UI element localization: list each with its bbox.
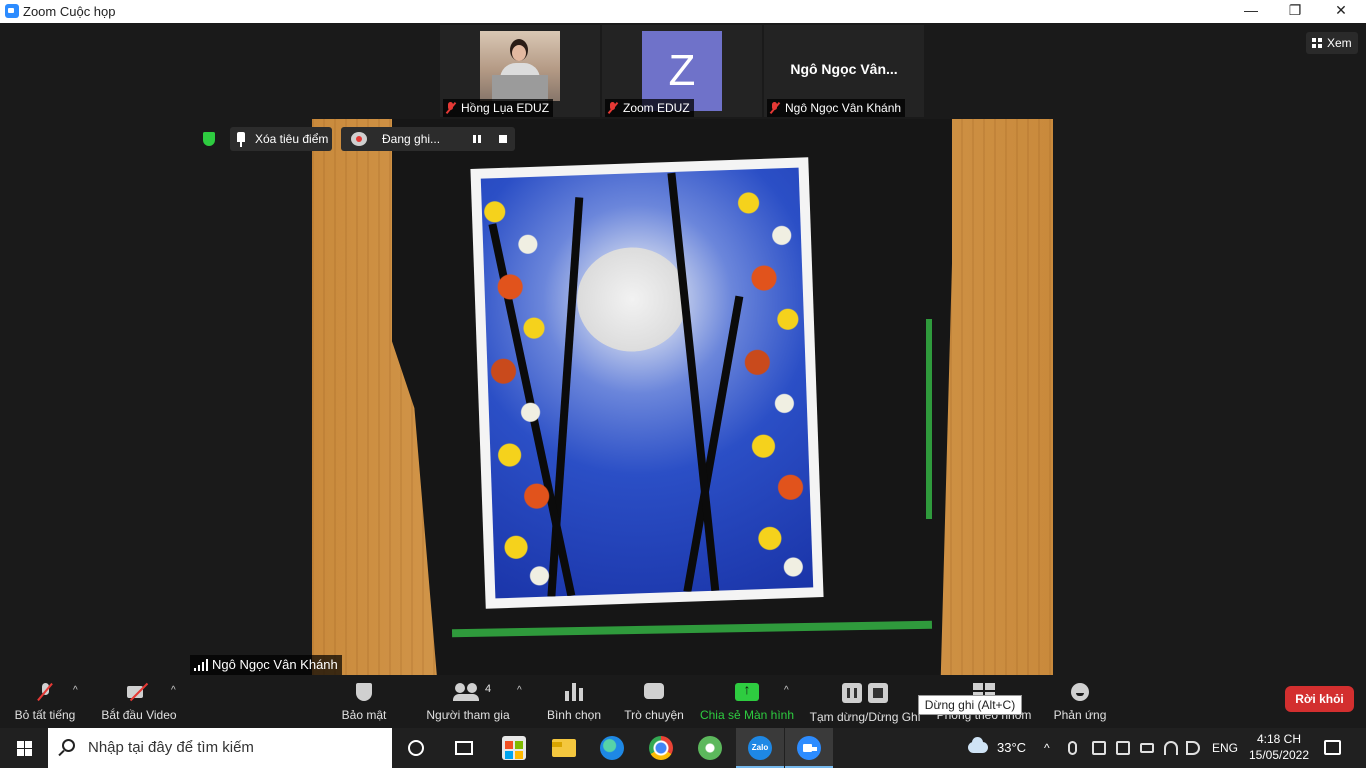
pin-icon	[237, 132, 245, 147]
video-options-caret[interactable]: ^	[171, 685, 176, 696]
taskbar-coccoc[interactable]	[686, 728, 734, 768]
stop-recording-icon[interactable]	[499, 135, 507, 143]
pause-recording-icon[interactable]	[473, 135, 481, 143]
recording-indicator: Đang ghi...	[341, 127, 515, 151]
participants-count: 4	[485, 683, 492, 695]
participant-photo	[480, 31, 560, 101]
task-view-icon	[455, 741, 473, 755]
clock-date: 15/05/2022	[1248, 748, 1310, 762]
zalo-icon: Zalo	[748, 736, 772, 760]
leave-meeting-button[interactable]: Rời khỏi	[1285, 686, 1354, 712]
thumbnail-name-label: Hồng Lụa EDUZ	[443, 99, 554, 117]
thumbnail-name-label: Ngô Ngọc Vân Khánh	[767, 99, 906, 117]
smiley-icon	[1071, 683, 1089, 701]
battery-icon[interactable]	[1140, 743, 1154, 753]
window-title: Zoom Cuộc họp	[23, 4, 116, 19]
weather-cloud-icon[interactable]	[968, 737, 988, 753]
thumbnail-ngo-ngoc-van-khanh[interactable]: Ngô Ngọc Vân... Ngô Ngọc Vân Khánh	[764, 25, 924, 117]
view-button[interactable]: Xem	[1306, 32, 1358, 54]
thumbnail-name-label: Zoom EDUZ	[605, 99, 694, 117]
share-screen-icon	[735, 681, 759, 701]
participants-icon	[453, 683, 481, 701]
pause-icon	[847, 688, 857, 698]
thumbnail-hong-lua[interactable]: Hồng Lụa EDUZ	[440, 25, 600, 117]
minimize-button[interactable]: —	[1228, 0, 1274, 23]
mic-muted-icon	[39, 683, 51, 701]
clock-time: 4:18 CH	[1256, 732, 1302, 746]
chrome-browser-icon	[649, 736, 673, 760]
encryption-shield-icon[interactable]	[198, 129, 220, 149]
participants-options-caret[interactable]: ^	[517, 685, 522, 696]
taskbar-chrome[interactable]	[637, 728, 685, 768]
share-screen-button[interactable]: Chia sẻ Màn hình	[698, 675, 796, 728]
maximize-button[interactable]: ❐	[1272, 0, 1318, 23]
input-language[interactable]: ENG	[1212, 728, 1238, 768]
close-button[interactable]: ✕	[1318, 0, 1364, 23]
mic-muted-icon	[769, 102, 781, 114]
stop-recording-tooltip: Dừng ghi (Alt+C)	[918, 695, 1022, 715]
participant-display-name: Ngô Ngọc Vân...	[790, 61, 898, 77]
thumbnail-zoom-eduz[interactable]: Z Zoom EDUZ	[602, 25, 762, 117]
cortana-button[interactable]	[392, 728, 440, 768]
wifi-icon[interactable]	[1164, 741, 1178, 755]
main-video[interactable]	[312, 119, 1053, 675]
audio-options-caret[interactable]: ^	[73, 685, 78, 696]
taskbar-edge[interactable]	[588, 728, 636, 768]
signal-strength-icon	[194, 659, 208, 671]
edge-browser-icon	[600, 736, 624, 760]
start-video-button[interactable]: Bắt đầu Video	[96, 675, 182, 728]
store-icon	[502, 736, 526, 760]
start-button[interactable]	[0, 728, 48, 768]
search-placeholder: Nhập tại đây để tìm kiếm	[88, 739, 254, 756]
folder-icon	[552, 739, 576, 757]
share-options-caret[interactable]: ^	[784, 685, 789, 696]
coccoc-browser-icon	[698, 736, 722, 760]
taskbar-search-box[interactable]: Nhập tại đây để tìm kiếm	[48, 728, 392, 768]
taskbar-store-app[interactable]	[490, 728, 538, 768]
volume-icon[interactable]	[1186, 741, 1200, 755]
taskbar-file-explorer[interactable]	[540, 728, 588, 768]
chat-button[interactable]: Trò chuyện	[620, 675, 688, 728]
meet-now-icon[interactable]	[1092, 741, 1106, 755]
search-icon	[62, 739, 75, 752]
video-off-icon	[127, 683, 151, 701]
active-speaker-label: Ngô Ngọc Vân Khánh	[190, 655, 342, 675]
security-button[interactable]: Bảo mật	[334, 675, 394, 728]
camera-icon[interactable]	[1116, 741, 1130, 755]
polls-button[interactable]: Bình chọn	[542, 675, 606, 728]
painting-image	[470, 157, 824, 609]
taskbar-zoom[interactable]	[785, 728, 833, 768]
cortana-icon	[408, 740, 424, 756]
unspotlight-button[interactable]: Xóa tiêu điểm	[230, 127, 332, 151]
chat-bubble-icon	[644, 683, 664, 699]
shield-icon	[356, 683, 372, 701]
windows-logo-icon	[17, 741, 32, 756]
mute-button[interactable]: Bỏ tất tiếng	[8, 675, 82, 728]
zoom-window: Zoom Cuộc họp — ❐ ✕ Hồng Lụa EDUZ Z Zoom…	[0, 0, 1366, 768]
mic-muted-icon	[445, 102, 457, 114]
bar-chart-icon	[565, 683, 583, 701]
taskbar-clock[interactable]: 4:18 CH 15/05/2022	[1246, 731, 1312, 763]
participant-thumbnails: Hồng Lụa EDUZ Z Zoom EDUZ Ngô Ngọc Vân..…	[440, 23, 926, 117]
windows-taskbar: Nhập tại đây để tìm kiếm Zalo 33°C ^ ENG…	[0, 728, 1366, 768]
title-bar: Zoom Cuộc họp — ❐ ✕	[0, 0, 1366, 23]
participants-button[interactable]: 4 Người tham gia	[422, 675, 514, 728]
zoom-icon	[797, 736, 821, 760]
meeting-stage: Hồng Lụa EDUZ Z Zoom EDUZ Ngô Ngọc Vân..…	[0, 23, 1366, 675]
mic-muted-icon	[607, 102, 619, 114]
tray-expand-caret[interactable]: ^	[1044, 728, 1050, 768]
notification-center-icon[interactable]	[1324, 740, 1341, 755]
weather-temperature[interactable]: 33°C	[997, 728, 1026, 768]
stop-icon	[873, 688, 883, 698]
taskbar-zalo[interactable]: Zalo	[736, 728, 784, 768]
zoom-app-icon	[5, 4, 19, 18]
reactions-button[interactable]: Phản ứng	[1050, 675, 1110, 728]
microphone-icon[interactable]	[1068, 741, 1077, 755]
cloud-recording-icon	[351, 132, 367, 146]
grid-view-icon	[1312, 38, 1322, 48]
task-view-button[interactable]	[440, 728, 488, 768]
meeting-toolbar: Bỏ tất tiếng ^ Bắt đầu Video ^ Bảo mật 4…	[0, 675, 1366, 728]
pause-stop-recording-button[interactable]: Tạm dừng/Dừng Ghi	[806, 675, 924, 728]
